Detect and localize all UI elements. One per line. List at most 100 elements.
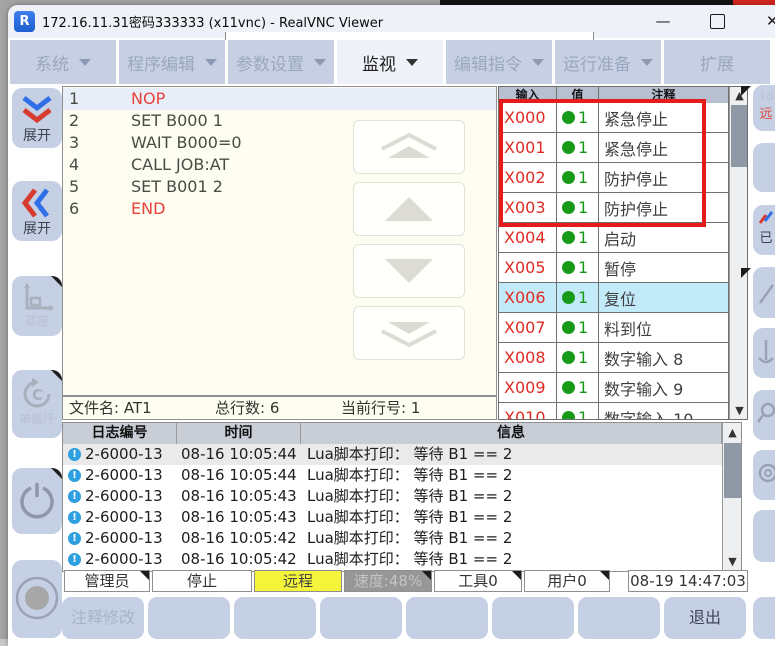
status-tool[interactable]: 工具0 xyxy=(434,570,522,592)
menu-item-monitor[interactable]: 监视 xyxy=(337,40,443,84)
status-speed[interactable]: 速度:48% xyxy=(344,570,432,592)
log-time: 08-16 10:05:42 xyxy=(181,528,297,549)
menu-item-extend[interactable]: 扩展 xyxy=(664,40,770,84)
io-row-x009[interactable]: X009 1 数字输入 9 xyxy=(499,373,729,403)
log-row[interactable]: ! 2-6000-13 08-16 10:05:44 Lua脚本打印： 等待 B… xyxy=(63,465,722,486)
on-state-dot-icon xyxy=(562,411,575,420)
bottom-button-empty[interactable] xyxy=(578,597,660,639)
right-sidebar-search-button[interactable] xyxy=(753,390,775,440)
menu-item-run-prepare[interactable]: 运行准备 xyxy=(555,40,661,84)
io-row-x004[interactable]: X004 1 启动 xyxy=(499,223,729,253)
menu-label: 监视 xyxy=(362,50,396,75)
bottom-button-empty[interactable] xyxy=(406,597,488,639)
line-number: 5 xyxy=(69,176,79,198)
scroll-page-down-button[interactable] xyxy=(353,306,465,360)
right-sidebar-button[interactable] xyxy=(753,597,775,639)
scroll-up-arrow-icon[interactable]: ▲ xyxy=(723,426,742,439)
expand-down-button[interactable]: 展开 xyxy=(12,88,62,148)
log-scrollbar-thumb[interactable] xyxy=(724,443,741,498)
log-time: 08-16 10:05:44 xyxy=(181,465,297,486)
io-row-x007[interactable]: X007 1 料到位 xyxy=(499,313,729,343)
expand-left-button[interactable]: 展开 xyxy=(12,181,62,241)
io-scrollbar-thumb[interactable] xyxy=(731,105,748,167)
menu-item-edit-instruction[interactable]: 编辑指令 xyxy=(446,40,552,84)
bottom-button-empty[interactable] xyxy=(234,597,316,639)
log-row[interactable]: ! 2-6000-13 08-16 10:05:42 Lua脚本打印： 等待 B… xyxy=(63,528,722,549)
comment-edit-button[interactable]: 注释修改 xyxy=(62,597,144,639)
status-mode-remote[interactable]: 远程 xyxy=(254,570,342,592)
record-button[interactable] xyxy=(12,560,62,638)
io-scrollbar[interactable]: ▲ ▼ xyxy=(729,87,748,419)
power-icon xyxy=(18,481,56,521)
minimize-button[interactable]: — xyxy=(652,11,674,31)
bottom-button-empty[interactable] xyxy=(320,597,402,639)
info-icon: ! xyxy=(68,553,81,566)
right-sidebar-tool-button[interactable] xyxy=(753,328,775,378)
info-icon: ! xyxy=(68,490,81,503)
log-row[interactable]: ! 2-6000-13 08-16 10:05:43 Lua脚本打印： 等待 B… xyxy=(63,486,722,507)
file-info-bar: 文件名: AT1 总行数: 6 当前行号: 1 xyxy=(62,396,497,420)
log-row[interactable]: ! 2-6000-13 08-16 10:05:43 Lua脚本打印： 等待 B… xyxy=(63,507,722,528)
bottom-button-empty[interactable] xyxy=(492,597,574,639)
window-title: 172.16.11.31密码333333 (x11vnc) - RealVNC … xyxy=(42,12,383,31)
scroll-down-button[interactable] xyxy=(353,244,465,298)
menu-item-parameter-settings[interactable]: 参数设置 xyxy=(228,40,334,84)
scroll-down-arrow-icon[interactable]: ▼ xyxy=(730,404,748,417)
log-row[interactable]: ! 2-6000-13 08-16 10:05:42 Lua脚本打印： 等待 B… xyxy=(63,549,722,570)
expand-left-label: 展开 xyxy=(12,218,62,238)
info-icon: ! xyxy=(68,448,81,461)
close-button[interactable]: ✕ xyxy=(766,11,775,31)
menu-item-system[interactable]: 系统 xyxy=(10,40,116,84)
log-table-header: 日志编号 时间 信息 xyxy=(63,423,722,444)
io-comment: 料到位 xyxy=(599,313,729,343)
io-value: 1 xyxy=(557,403,599,420)
log-message: Lua脚本打印： 等待 B1 == 2 xyxy=(307,465,512,486)
io-value: 1 xyxy=(557,283,599,313)
right-sidebar-connected-button[interactable]: 已 xyxy=(753,205,775,255)
right-sidebar-speed-button[interactable]: 48 远 xyxy=(753,85,775,131)
corner-flag-icon xyxy=(741,86,751,96)
speed-fragment: 48 xyxy=(753,89,775,103)
expand-down-icon xyxy=(17,93,57,127)
single-cycle-button[interactable]: C 单循环 xyxy=(12,370,62,438)
info-icon: ! xyxy=(68,511,81,524)
scroll-page-up-button[interactable] xyxy=(353,120,465,174)
bottom-button-empty[interactable] xyxy=(148,597,230,639)
base-coordinate-button[interactable]: 基座 xyxy=(12,276,62,336)
log-row[interactable]: ! 2-6000-13 08-16 10:05:44 Lua脚本打印： 等待 B… xyxy=(63,444,722,465)
connect-icon xyxy=(757,209,775,227)
right-sidebar-pen-button[interactable] xyxy=(753,267,775,318)
log-scrollbar[interactable]: ▲ ▼ xyxy=(722,423,742,571)
right-sidebar-disc-button[interactable] xyxy=(753,450,775,500)
io-row-x010[interactable]: X010 1 数字输入 10 xyxy=(499,403,729,420)
on-state-dot-icon xyxy=(562,291,575,304)
corner-flag-icon xyxy=(51,468,62,479)
right-sidebar-button[interactable] xyxy=(753,510,775,562)
code-line[interactable]: 1 NOP xyxy=(63,88,496,110)
menu-item-program-edit[interactable]: 程序编辑 xyxy=(119,40,225,84)
io-row-x006-selected[interactable]: X006 1 复位 xyxy=(499,283,729,313)
menu-label: 编辑指令 xyxy=(454,50,522,75)
scroll-up-button[interactable] xyxy=(353,182,465,236)
io-row-x008[interactable]: X008 1 数字输入 8 xyxy=(499,343,729,373)
line-text: SET B001 2 xyxy=(131,176,223,198)
scroll-down-arrow-icon[interactable]: ▼ xyxy=(723,555,742,568)
log-id: 2-6000-13 xyxy=(85,486,163,507)
right-sidebar-button[interactable] xyxy=(753,143,775,192)
corner-flag-icon xyxy=(422,571,431,580)
io-row-x005[interactable]: X005 1 暂停 xyxy=(499,253,729,283)
disc-icon xyxy=(756,462,775,484)
status-user-level[interactable]: 管理员 xyxy=(64,570,150,592)
program-code-panel: 1 NOP 2 SET B000 1 3 WAIT B000=0 4 CALL … xyxy=(62,86,497,396)
exit-button[interactable]: 退出 xyxy=(664,597,746,639)
io-comment: 数字输入 9 xyxy=(599,373,729,403)
status-user-frame[interactable]: 用户0 xyxy=(524,570,610,592)
io-comment: 数字输入 8 xyxy=(599,343,729,373)
connected-fragment: 已 xyxy=(753,227,775,246)
status-run-state[interactable]: 停止 xyxy=(152,570,252,592)
menu-label: 参数设置 xyxy=(236,50,304,75)
power-button[interactable] xyxy=(12,468,62,534)
maximize-button[interactable] xyxy=(710,14,725,29)
io-name: X010 xyxy=(499,403,557,420)
io-name: X009 xyxy=(499,373,557,403)
